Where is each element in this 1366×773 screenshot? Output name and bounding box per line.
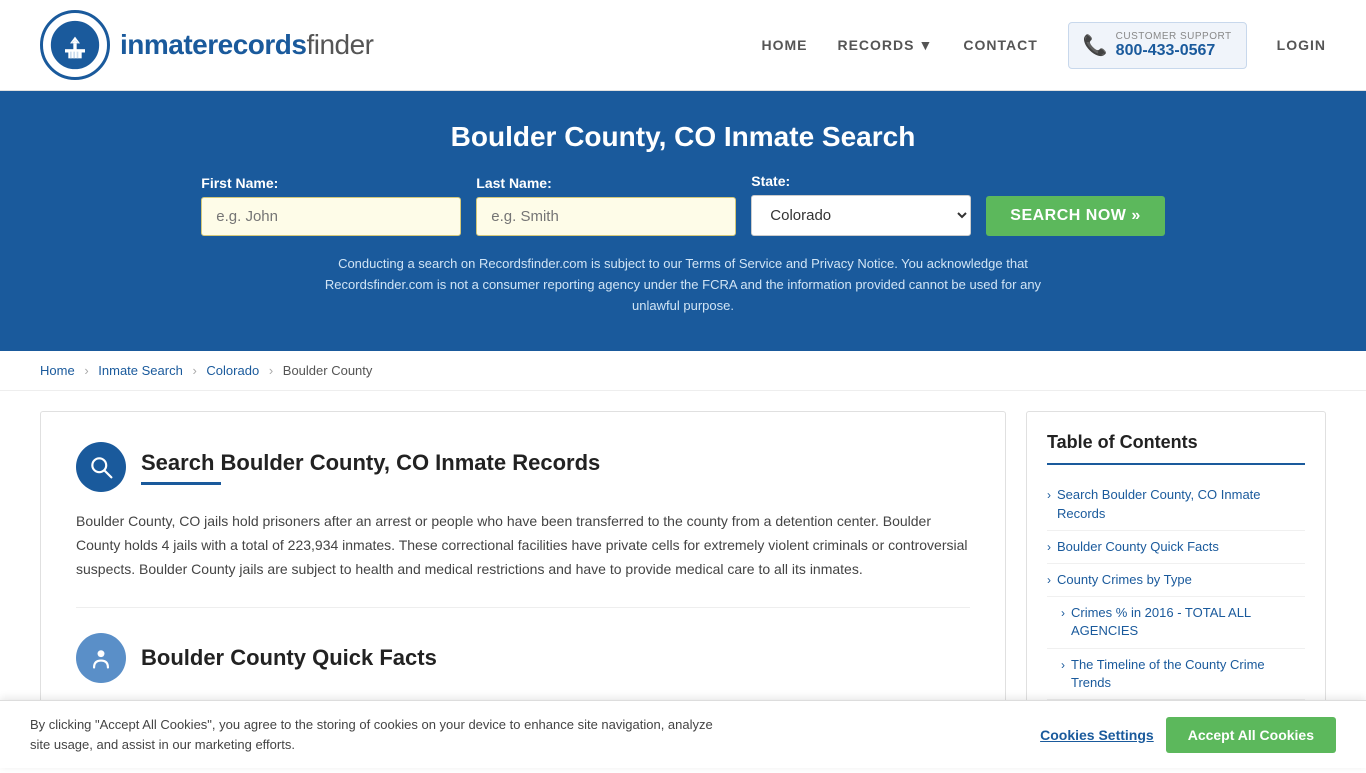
first-name-label: First Name: xyxy=(201,175,461,191)
last-name-label: Last Name: xyxy=(476,175,736,191)
logo-text: inmaterecordsfinder xyxy=(120,29,374,61)
phone-icon: 📞 xyxy=(1083,33,1108,58)
toc-item-3[interactable]: › County Crimes by Type xyxy=(1047,564,1305,597)
breadcrumb-colorado[interactable]: Colorado xyxy=(206,363,259,378)
main-section-body: Boulder County, CO jails hold prisoners … xyxy=(76,510,970,581)
toc-item-4[interactable]: › Crimes % in 2016 - TOTAL ALL AGENCIES xyxy=(1047,597,1305,648)
toc-link-3[interactable]: County Crimes by Type xyxy=(1057,571,1192,589)
state-select[interactable]: Colorado Alabama Alaska Arizona Arkansas… xyxy=(751,195,971,236)
breadcrumb-sep-3: › xyxy=(269,363,273,378)
cookie-actions: Cookies Settings Accept All Cookies xyxy=(1040,717,1336,753)
toc-item-1[interactable]: › Search Boulder County, CO Inmate Recor… xyxy=(1047,479,1305,530)
toc-chevron-1: › xyxy=(1047,488,1051,502)
quick-facts-title: Boulder County Quick Facts xyxy=(141,645,437,671)
breadcrumb: Home › Inmate Search › Colorado › Boulde… xyxy=(0,351,1366,391)
breadcrumb-sep-1: › xyxy=(84,363,88,378)
toc-chevron-2: › xyxy=(1047,540,1051,554)
main-nav: HOME RECORDS ▼ CONTACT 📞 CUSTOMER SUPPOR… xyxy=(761,22,1326,69)
toc-chevron-4: › xyxy=(1061,606,1065,620)
title-underline xyxy=(141,482,221,485)
support-label: CUSTOMER SUPPORT xyxy=(1116,31,1232,42)
breadcrumb-current: Boulder County xyxy=(283,363,373,378)
logo-icon[interactable] xyxy=(40,10,110,80)
toc-item-5[interactable]: › The Timeline of the County Crime Trend… xyxy=(1047,649,1305,700)
first-name-group: First Name: xyxy=(201,175,461,236)
cookie-accept-button[interactable]: Accept All Cookies xyxy=(1166,717,1336,753)
toc-chevron-3: › xyxy=(1047,573,1051,587)
page-title: Boulder County, CO Inmate Search xyxy=(40,121,1326,153)
first-name-input[interactable] xyxy=(201,197,461,236)
search-button[interactable]: SEARCH NOW » xyxy=(986,196,1164,236)
toc-title: Table of Contents xyxy=(1047,432,1305,453)
toc-item-2[interactable]: › Boulder County Quick Facts xyxy=(1047,531,1305,564)
main-section-header: Search Boulder County, CO Inmate Records xyxy=(76,442,970,492)
cookie-text: By clicking "Accept All Cookies", you ag… xyxy=(30,715,730,754)
breadcrumb-home[interactable]: Home xyxy=(40,363,75,378)
disclaimer-text: Conducting a search on Recordsfinder.com… xyxy=(308,254,1058,316)
logo-area: inmaterecordsfinder xyxy=(40,10,374,80)
section-title-wrap: Search Boulder County, CO Inmate Records xyxy=(141,450,600,485)
chevron-down-icon: ▼ xyxy=(919,37,934,53)
nav-contact[interactable]: CONTACT xyxy=(963,37,1037,53)
site-header: inmaterecordsfinder HOME RECORDS ▼ CONTA… xyxy=(0,0,1366,91)
section-divider xyxy=(76,607,970,608)
toc-link-4[interactable]: Crimes % in 2016 - TOTAL ALL AGENCIES xyxy=(1071,604,1305,640)
breadcrumb-sep-2: › xyxy=(192,363,196,378)
main-section-title: Search Boulder County, CO Inmate Records xyxy=(141,450,600,476)
nav-home[interactable]: HOME xyxy=(761,37,807,53)
search-banner: Boulder County, CO Inmate Search First N… xyxy=(0,91,1366,351)
login-button[interactable]: LOGIN xyxy=(1277,37,1326,53)
support-number[interactable]: 800-433-0567 xyxy=(1116,42,1232,60)
toc-chevron-5: › xyxy=(1061,658,1065,672)
state-group: State: Colorado Alabama Alaska Arizona A… xyxy=(751,173,971,236)
state-label: State: xyxy=(751,173,971,189)
toc-divider xyxy=(1047,463,1305,465)
last-name-group: Last Name: xyxy=(476,175,736,236)
last-name-input[interactable] xyxy=(476,197,736,236)
quick-facts-icon xyxy=(76,633,126,683)
cookie-banner: By clicking "Accept All Cookies", you ag… xyxy=(0,700,1366,768)
search-section-icon xyxy=(76,442,126,492)
toc-link-2[interactable]: Boulder County Quick Facts xyxy=(1057,538,1219,556)
search-form: First Name: Last Name: State: Colorado A… xyxy=(40,173,1326,236)
customer-support-box: 📞 CUSTOMER SUPPORT 800-433-0567 xyxy=(1068,22,1247,69)
toc-link-1[interactable]: Search Boulder County, CO Inmate Records xyxy=(1057,486,1305,522)
nav-records[interactable]: RECORDS ▼ xyxy=(837,37,933,53)
toc-link-5[interactable]: The Timeline of the County Crime Trends xyxy=(1071,656,1305,692)
quick-facts-header: Boulder County Quick Facts xyxy=(76,633,970,683)
cookie-settings-button[interactable]: Cookies Settings xyxy=(1040,717,1154,753)
breadcrumb-inmate-search[interactable]: Inmate Search xyxy=(98,363,183,378)
